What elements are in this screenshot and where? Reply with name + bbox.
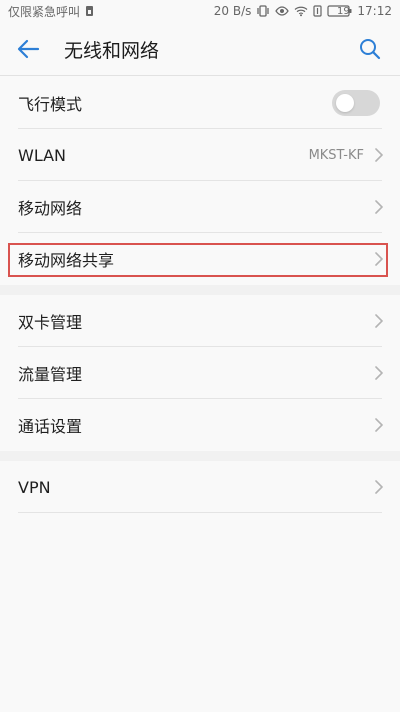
- emergency-call-text: 仅限紧急呼叫: [8, 4, 81, 19]
- status-bar: 仅限紧急呼叫 20 B/s 19 17:12: [0, 0, 400, 22]
- vpn-row[interactable]: VPN: [0, 461, 400, 513]
- call-settings-label: 通话设置: [18, 417, 83, 436]
- wlan-network-name: MKST-KF: [308, 147, 364, 163]
- chevron-right-icon: [374, 417, 384, 433]
- eye-comfort-icon: [275, 5, 290, 17]
- vpn-label: VPN: [18, 477, 51, 497]
- airplane-mode-row[interactable]: 飞行模式: [0, 77, 400, 129]
- wlan-row[interactable]: WLAN MKST-KF: [0, 129, 400, 181]
- mobile-network-row[interactable]: 移动网络: [0, 181, 400, 233]
- search-icon[interactable]: [358, 37, 382, 61]
- tethering-label: 移动网络共享: [18, 251, 115, 270]
- sim-card-icon-secondary: [313, 5, 323, 17]
- dual-sim-label: 双卡管理: [18, 313, 83, 332]
- vibrate-icon: [256, 5, 270, 17]
- airplane-mode-toggle[interactable]: [332, 90, 380, 116]
- network-speed: 20 B/s: [213, 4, 252, 18]
- call-settings-row[interactable]: 通话设置: [0, 399, 400, 451]
- data-usage-row[interactable]: 流量管理: [0, 347, 400, 399]
- sim-card-icon: [85, 5, 94, 17]
- clock: 17:12: [357, 4, 392, 18]
- tethering-row[interactable]: 移动网络共享: [0, 233, 400, 285]
- section-separator: [0, 451, 400, 461]
- settings-header: 无线和网络: [0, 22, 400, 76]
- section-separator: [0, 285, 400, 295]
- arrow-left-icon[interactable]: [16, 38, 40, 60]
- dual-sim-row[interactable]: 双卡管理: [0, 295, 400, 347]
- chevron-right-icon: [374, 313, 384, 329]
- chevron-right-icon: [374, 147, 384, 163]
- chevron-right-icon: [374, 199, 384, 215]
- chevron-right-icon: [374, 251, 384, 267]
- status-right: 20 B/s 19 17:12: [214, 4, 392, 18]
- settings-list: 飞行模式 WLAN MKST-KF 移动网络 移动网络共享 双卡管理 流量管理 …: [0, 77, 400, 513]
- page-title: 无线和网络: [64, 40, 160, 62]
- wifi-icon: [294, 5, 308, 17]
- chevron-right-icon: [374, 365, 384, 381]
- status-left: 仅限紧急呼叫: [8, 3, 94, 20]
- toggle-knob: [336, 94, 354, 112]
- data-usage-label: 流量管理: [18, 365, 83, 384]
- divider: [18, 512, 382, 513]
- mobile-network-label: 移动网络: [18, 199, 83, 218]
- battery-level: 19: [337, 5, 350, 17]
- airplane-mode-label: 飞行模式: [18, 95, 83, 114]
- chevron-right-icon: [374, 479, 384, 495]
- wlan-label: WLAN: [18, 145, 67, 165]
